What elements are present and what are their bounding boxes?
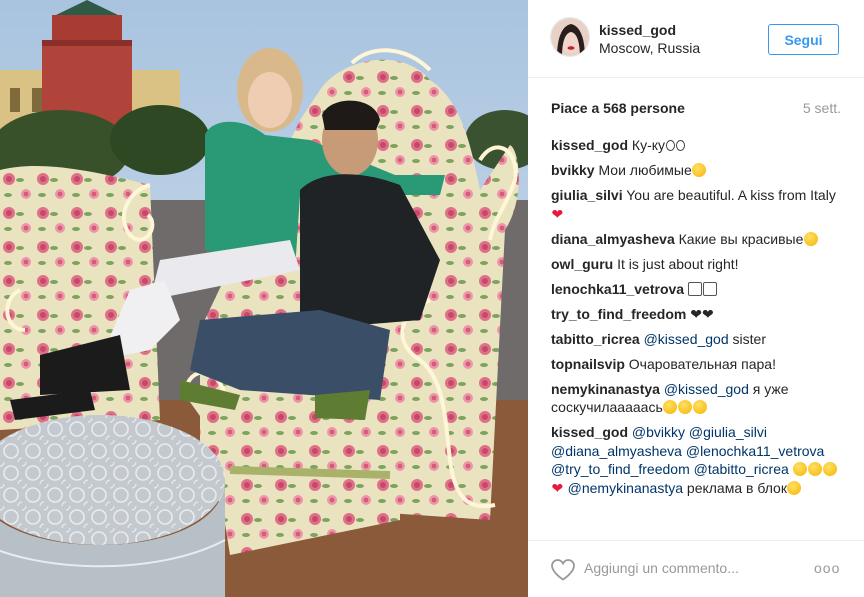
mention-link[interactable]: @diana_almyasheva [551, 443, 682, 459]
smile-emoji-icon [803, 231, 818, 246]
smile-emoji-icon [692, 163, 707, 177]
comment-text [789, 461, 793, 477]
comment-item: nemykinanastya @kissed_god я уже соскучи… [551, 380, 841, 417]
smile-emoji-icon [693, 400, 708, 414]
comment-author-link[interactable]: topnailsvip [551, 356, 625, 372]
mention-link[interactable]: @giulia_silvi [689, 424, 767, 440]
smile-emoji-icon [793, 462, 808, 476]
comment-author-link[interactable]: kissed_god [551, 137, 628, 153]
heart-emoji-icon: ❤ [551, 479, 564, 496]
mention-link[interactable]: @bvikky [632, 424, 685, 440]
comment-author-link[interactable]: owl_guru [551, 256, 613, 272]
comment-text: Мои любимые [594, 162, 692, 178]
smile-emoji-icon [663, 400, 678, 414]
comment-input[interactable] [584, 555, 804, 581]
post-photo-image [0, 0, 528, 597]
comment-text: Какие вы красивые [674, 230, 804, 247]
comment-item: tabitto_ricrea @kissed_god sister [551, 330, 841, 349]
comments-list: kissed_god Ку-ку bvikky Мои любимые giulia… [551, 136, 841, 516]
location-link[interactable]: Moscow, Russia [599, 40, 700, 56]
eyes-emoji-icon [675, 140, 685, 151]
comment-text: ❤❤ [686, 305, 714, 322]
comment-author-link[interactable]: nemykinanastya [551, 381, 660, 397]
username-link[interactable]: kissed_god [599, 22, 676, 38]
follow-button[interactable]: Segui [768, 24, 839, 55]
smile-emoji-icon [678, 400, 693, 414]
comment-text [684, 281, 688, 297]
comment-text: Очаровательная пара! [624, 355, 776, 372]
heart-emoji-icon: ❤ [551, 205, 564, 222]
comment-text: sister [728, 330, 766, 347]
mention-link[interactable]: @tabitto_ricrea [694, 461, 789, 477]
avatar[interactable] [550, 17, 590, 57]
smile-emoji-icon [808, 462, 823, 476]
box-emoji-icon [703, 281, 718, 296]
likes-row: Piace a 568 persone 5 sett. [551, 100, 841, 118]
comment-item: owl_guru It is just about right! [551, 255, 841, 274]
box-emoji-icon [688, 281, 703, 296]
mention-link[interactable]: @lenochka11_vetrova [686, 443, 824, 459]
mention-link[interactable]: @nemykinanastya [568, 480, 683, 496]
comment-item: diana_almyasheva Какие вы красивые [551, 230, 841, 249]
eyes-emoji-icon [665, 140, 675, 151]
smile-emoji-icon [787, 480, 802, 495]
comment-text: It is just about right! [613, 255, 739, 272]
post-side-panel: kissed_god Moscow, Russia Segui Piace a … [528, 0, 864, 597]
avatar-image [551, 18, 589, 56]
comment-author-link[interactable]: giulia_silvi [551, 187, 623, 203]
mention-link[interactable]: @kissed_god [644, 331, 729, 347]
comment-text: You are beautiful. A kiss from Italy [622, 187, 836, 203]
heart-outline-icon[interactable] [550, 558, 576, 582]
comment-text: Ку-ку [628, 137, 666, 153]
comment-item: kissed_god Ку-ку [551, 136, 841, 155]
comment-item: bvikky Мои любимые [551, 161, 841, 180]
mention-link[interactable]: @kissed_god [664, 381, 749, 397]
post-header: kissed_god Moscow, Russia Segui [528, 0, 864, 78]
comment-author-link[interactable]: lenochka11_vetrova [551, 281, 684, 297]
comment-author-link[interactable]: diana_almyasheva [551, 231, 675, 247]
comment-footer: ooo [528, 540, 864, 597]
comment-item: lenochka11_vetrova [551, 280, 841, 299]
comment-author-link[interactable]: kissed_god [551, 424, 628, 440]
comment-item: try_to_find_freedom ❤❤ [551, 305, 841, 324]
comment-author-link[interactable]: tabitto_ricrea [551, 331, 640, 347]
comment-item: topnailsvip Очаровательная пара! [551, 355, 841, 374]
mention-link[interactable]: @try_to_find_freedom [551, 461, 690, 477]
comment-author-link[interactable]: bvikky [551, 162, 595, 178]
post-time[interactable]: 5 sett. [803, 100, 841, 116]
smile-emoji-icon [823, 462, 838, 476]
post-photo [0, 0, 528, 597]
more-options-icon[interactable]: ooo [814, 557, 840, 579]
comment-item: kissed_god @bvikky @giulia_silvi @diana_… [551, 423, 841, 497]
likes-count[interactable]: Piace a 568 persone [551, 100, 685, 116]
comment-item: giulia_silvi You are beautiful. A kiss f… [551, 186, 841, 223]
comment-text: реклама в блок [683, 479, 787, 496]
comment-author-link[interactable]: try_to_find_freedom [551, 306, 686, 322]
